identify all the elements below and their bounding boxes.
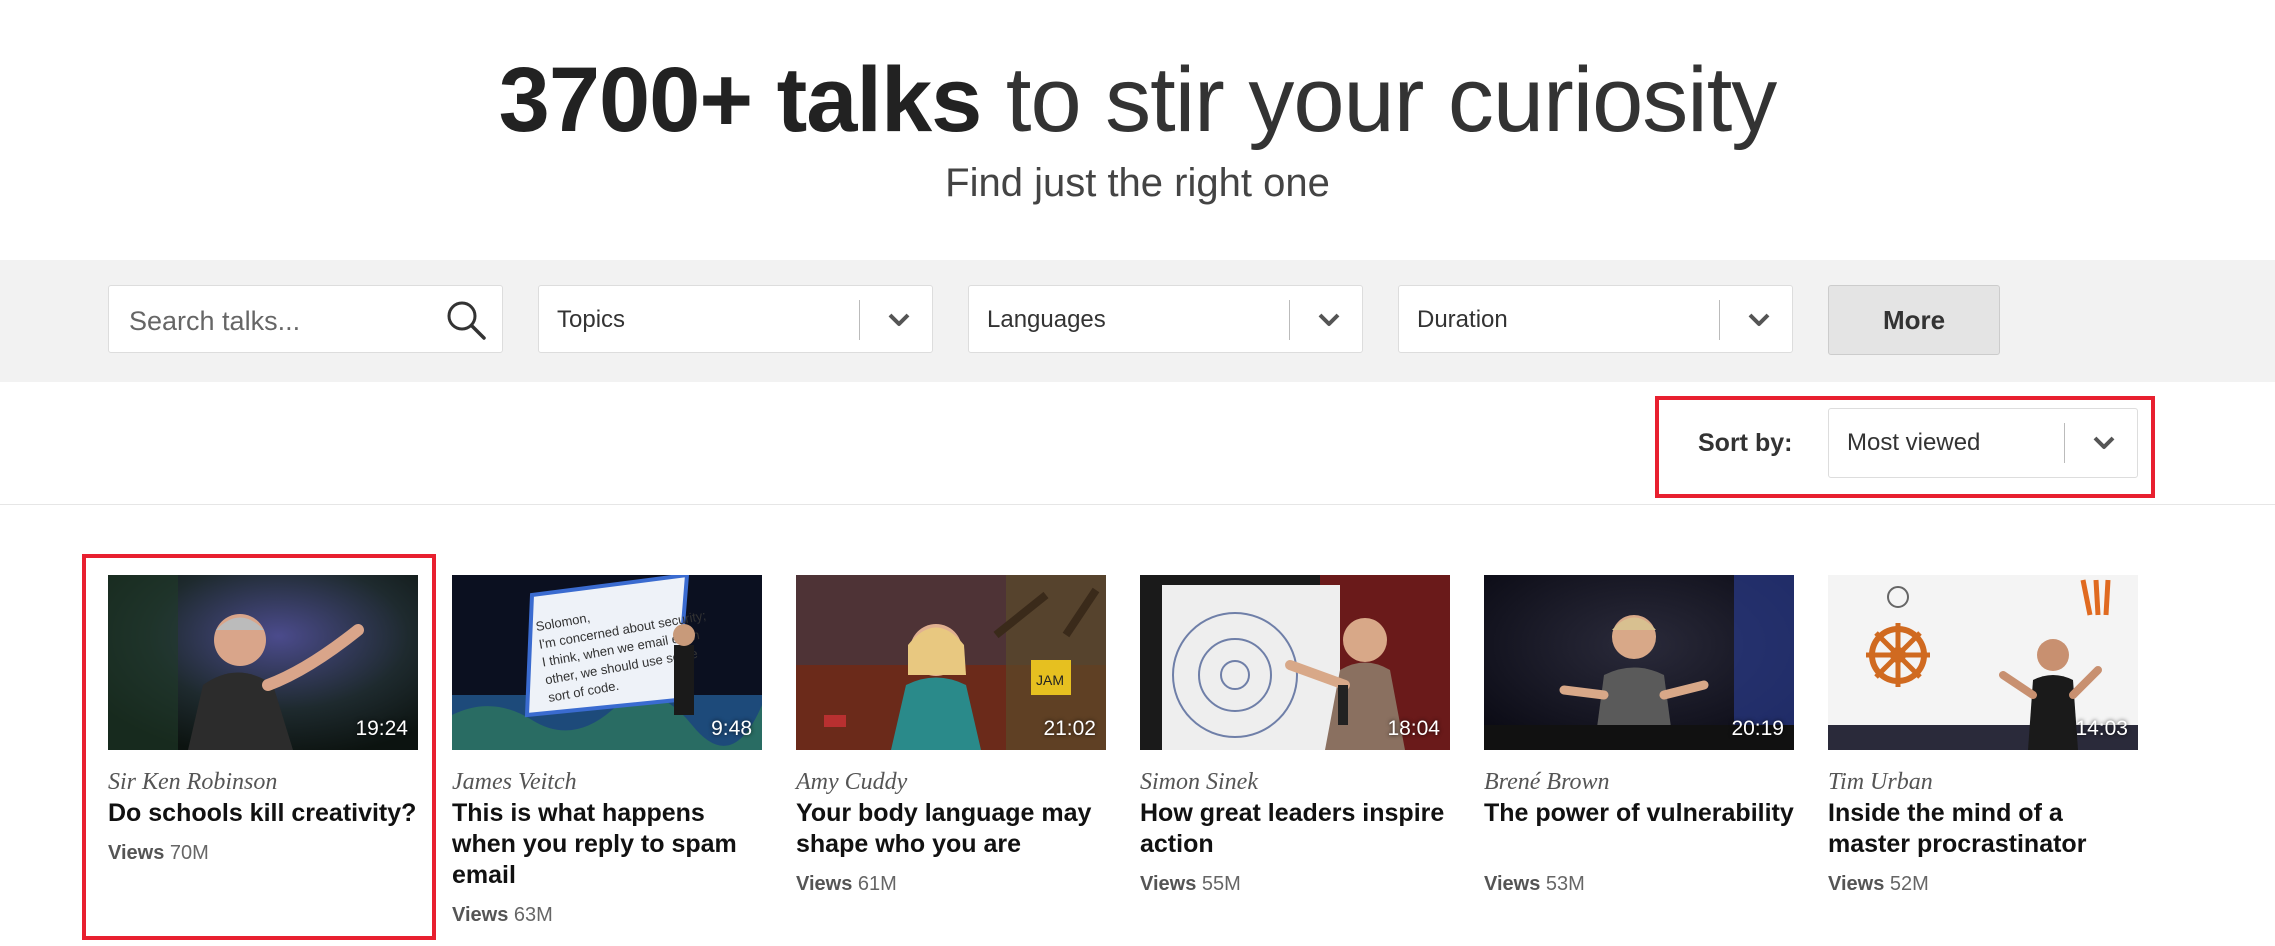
talk-duration: 14:03	[2075, 717, 2128, 740]
hero: 3700+ talks to stir your curiosity Find …	[0, 0, 2275, 260]
talk-views: Views 53M	[1484, 871, 1585, 897]
talk-thumbnail[interactable]: 20:19	[1484, 575, 1794, 750]
chevron-down-icon	[1318, 313, 1340, 326]
views-count: 61M	[857, 873, 897, 895]
filter-bar: Topics Languages Duration More	[0, 260, 2275, 382]
talk-duration: 18:04	[1387, 717, 1440, 740]
talk-title[interactable]: The power of vulnerability	[1484, 798, 1800, 829]
views-label: Views	[1484, 873, 1541, 895]
page-subtitle: Find just the right one	[945, 161, 1330, 205]
views-count: 55M	[1201, 873, 1241, 895]
talk-title[interactable]: Inside the mind of a master procrastinat…	[1828, 798, 2144, 860]
search-box[interactable]	[108, 285, 503, 353]
views-count: 53M	[1545, 873, 1585, 895]
talk-views: Views 52M	[1828, 871, 1929, 897]
duration-select[interactable]: Duration	[1398, 285, 1793, 353]
page-title-bold: 3700+ talks	[498, 49, 983, 151]
talk-title[interactable]: This is what happens when you reply to s…	[452, 798, 768, 891]
talk-speaker[interactable]: James Veitch	[452, 767, 577, 797]
talk-views: Views 55M	[1140, 871, 1241, 897]
page-title-light: to stir your curiosity	[981, 49, 1777, 151]
talk-thumbnail[interactable]: 18:04	[1140, 575, 1450, 750]
talk-speaker[interactable]: Tim Urban	[1828, 767, 1933, 797]
languages-select[interactable]: Languages	[968, 285, 1363, 353]
talk-title[interactable]: How great leaders inspire action	[1140, 798, 1456, 860]
topics-select[interactable]: Topics	[538, 285, 933, 353]
duration-select-label: Duration	[1417, 306, 1508, 333]
talk-speaker[interactable]: Amy Cuddy	[796, 767, 907, 797]
more-filters-button[interactable]: More	[1828, 285, 2000, 355]
card-highlight-box	[82, 554, 436, 940]
views-label: Views	[796, 873, 853, 895]
talk-speaker[interactable]: Brené Brown	[1484, 767, 1610, 797]
sort-highlight-box	[1655, 396, 2155, 498]
divider	[859, 300, 860, 340]
chevron-down-icon	[1748, 313, 1770, 326]
search-input[interactable]	[127, 298, 431, 344]
talk-views: Views 63M	[452, 902, 553, 928]
divider	[1719, 300, 1720, 340]
views-label: Views	[1140, 873, 1197, 895]
page-title: 3700+ talks to stir your curiosity	[0, 45, 2275, 155]
divider	[1289, 300, 1290, 340]
talk-views: Views 61M	[796, 871, 897, 897]
search-icon[interactable]	[444, 298, 488, 342]
jersey-text: JAM	[1036, 672, 1064, 688]
views-count: 52M	[1889, 873, 1929, 895]
talk-duration: 20:19	[1731, 717, 1784, 740]
talk-thumbnail[interactable]: JAM 21:02	[796, 575, 1106, 750]
talk-duration: 9:48	[711, 717, 752, 740]
talk-duration: 21:02	[1043, 717, 1096, 740]
talk-speaker[interactable]: Simon Sinek	[1140, 767, 1258, 797]
talk-thumbnail[interactable]: Solomon, I'm concerned about security; I…	[452, 575, 762, 750]
views-count: 63M	[513, 904, 553, 926]
views-label: Views	[1828, 873, 1885, 895]
chevron-down-icon	[888, 313, 910, 326]
talk-thumbnail[interactable]: 14:03	[1828, 575, 2138, 750]
topics-select-label: Topics	[557, 306, 626, 333]
talk-title[interactable]: Your body language may shape who you are	[796, 798, 1112, 860]
views-label: Views	[452, 904, 509, 926]
languages-select-label: Languages	[987, 306, 1106, 333]
